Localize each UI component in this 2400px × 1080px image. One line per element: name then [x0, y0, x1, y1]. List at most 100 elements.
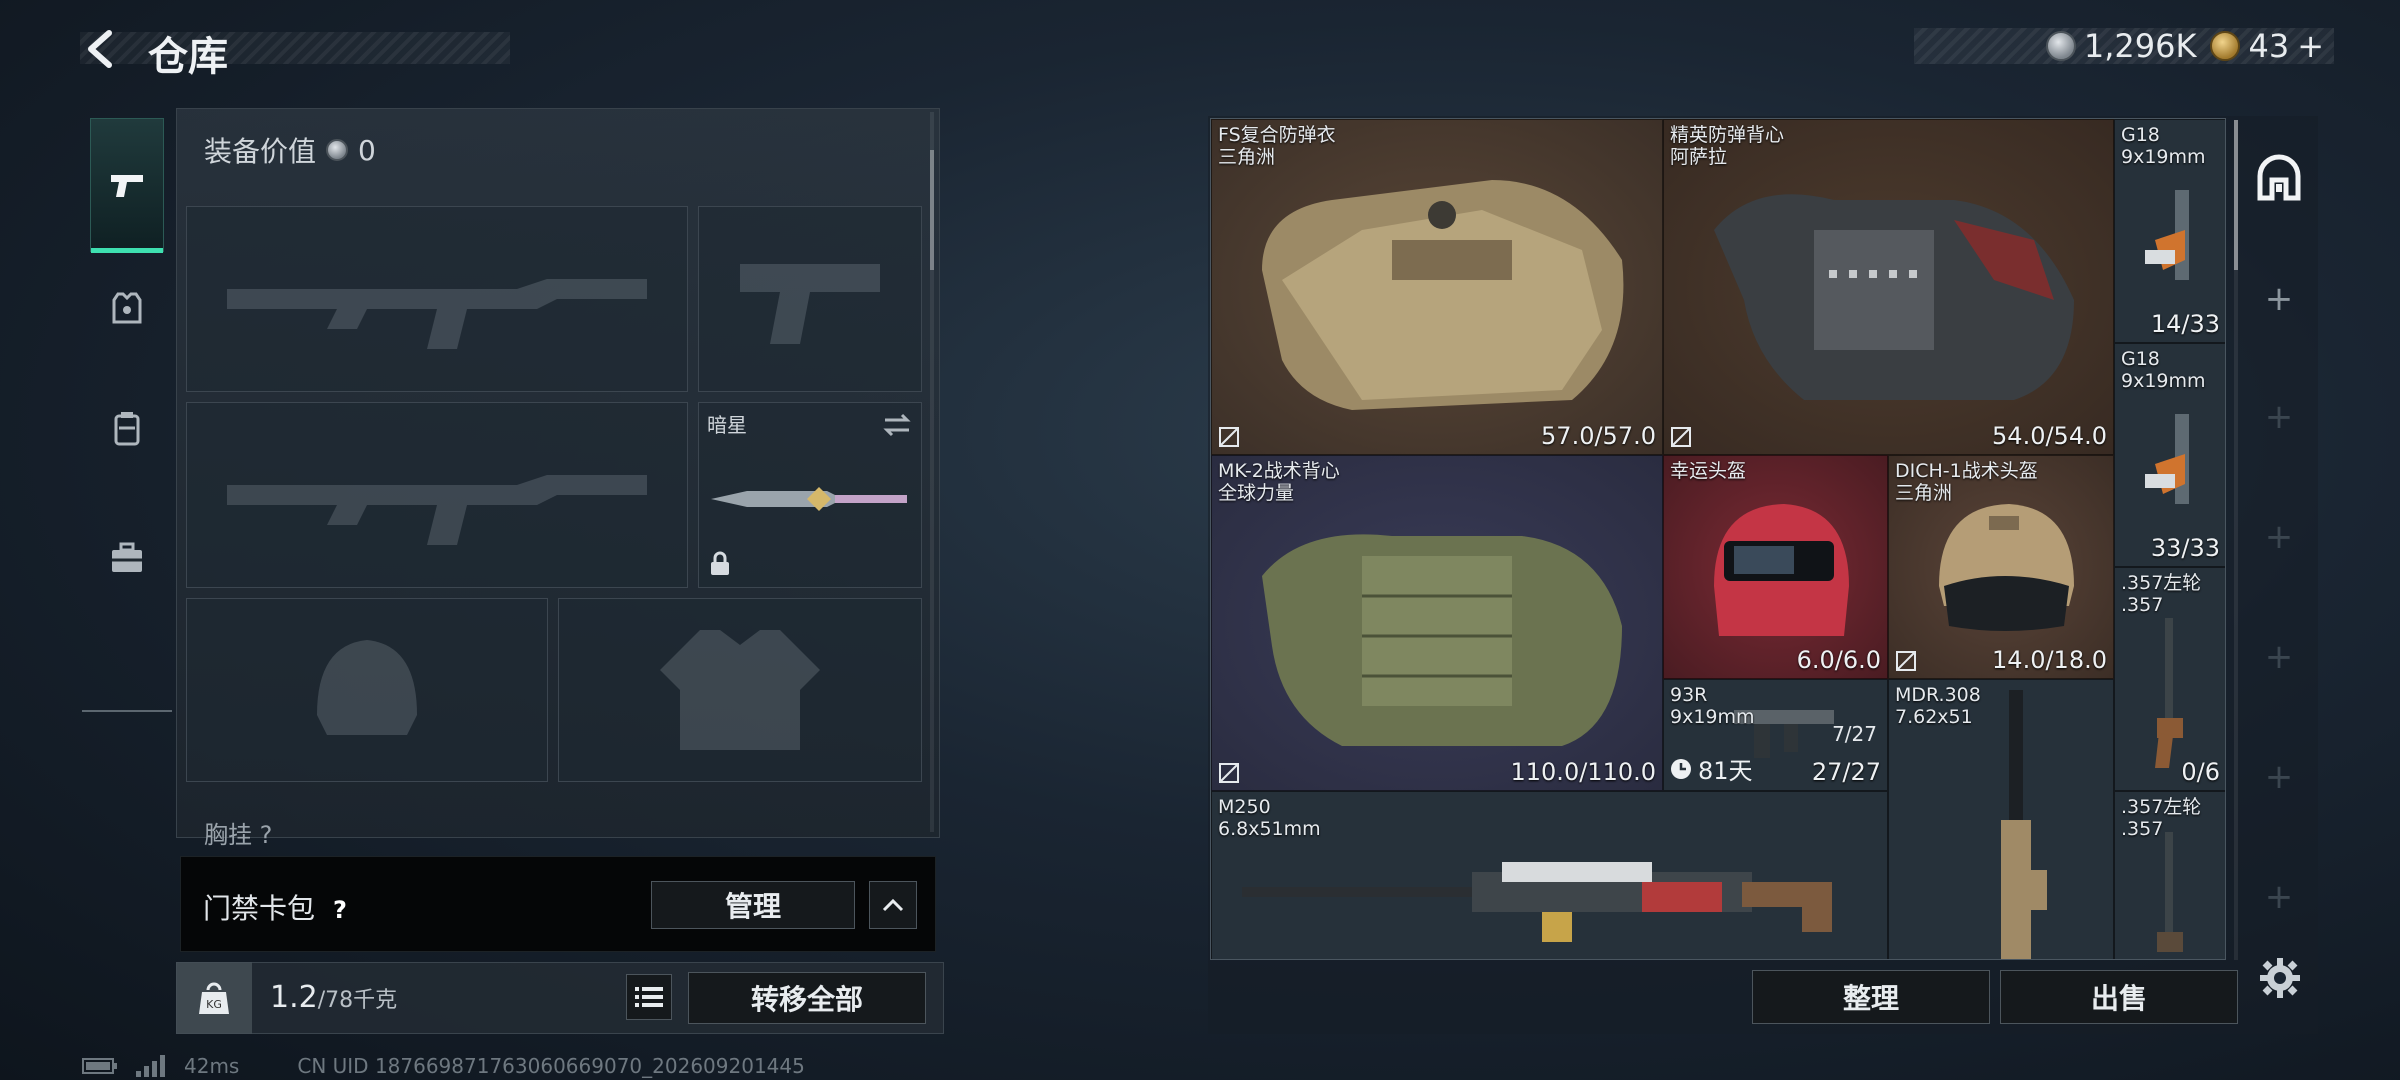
- stash-tab-add-2[interactable]: +: [2250, 388, 2308, 446]
- helmet-icon: [1939, 504, 2074, 631]
- silver-currency[interactable]: 1,296K: [2045, 27, 2196, 65]
- stash-page-tabs: + + + + + +: [2240, 120, 2318, 960]
- add-icon: +: [2264, 877, 2294, 917]
- currency-bar: 1,296K 43 +: [1914, 27, 2334, 65]
- rifle-vertical-icon: [2001, 690, 2047, 959]
- chevron-up-icon: [882, 898, 904, 912]
- access-card-bar: 门禁卡包? 管理: [180, 856, 936, 952]
- category-nav: [82, 108, 172, 712]
- item-name: .357左轮 .357: [2121, 796, 2202, 840]
- item-secondary-ammo: 7/27: [1832, 722, 1877, 746]
- stash-item-mdr308[interactable]: MDR.308 7.62x51: [1888, 679, 2114, 959]
- stash-tab-add-5[interactable]: +: [2250, 748, 2308, 806]
- title-bar-strip: [80, 32, 510, 64]
- item-durability: 57.0/57.0: [1541, 422, 1656, 450]
- nav-tab-armor[interactable]: [90, 258, 164, 358]
- equipment-value-amount: 0: [358, 133, 376, 167]
- svg-text:KG: KG: [206, 998, 222, 1011]
- item-durability: 14.0/18.0: [1992, 646, 2107, 674]
- stash-item-dich1-helmet[interactable]: DICH-1战术头盔 三角洲 14.0/18.0: [1888, 455, 2114, 679]
- organize-button[interactable]: 整理: [1752, 970, 1990, 1024]
- item-name: 幸运头盔: [1670, 460, 1747, 482]
- stash-tab-add-4[interactable]: +: [2250, 628, 2308, 686]
- clock-icon: [1671, 758, 1691, 779]
- primary-weapon-slot-2[interactable]: [186, 402, 688, 588]
- stash-item-lucky-helmet[interactable]: 幸运头盔 6.0/6.0: [1663, 455, 1888, 679]
- stash-tab-add-6[interactable]: +: [2250, 868, 2308, 926]
- sell-button[interactable]: 出售: [2000, 970, 2238, 1024]
- item-name: G18 9x19mm: [2121, 124, 2206, 168]
- help-icon[interactable]: ?: [325, 896, 355, 926]
- item-durability: 6.0/6.0: [1796, 646, 1881, 674]
- equipment-value: 装备价值 0: [204, 130, 376, 170]
- pistol-icon: [2145, 414, 2189, 504]
- expand-button[interactable]: [869, 881, 917, 929]
- stash-item-elite-vest[interactable]: 精英防弹背心 阿萨拉 54.0/54.0: [1663, 119, 2114, 455]
- item-name: FS复合防弹衣 三角洲: [1218, 124, 1336, 168]
- stash-tab-main[interactable]: [2250, 150, 2308, 208]
- gold-currency[interactable]: 43 +: [2210, 27, 2324, 65]
- settings-button[interactable]: [2254, 952, 2306, 1004]
- ping-text: 42ms: [184, 1054, 240, 1078]
- stash-item-g18-2[interactable]: G18 9x19mm 33/33: [2114, 343, 2225, 567]
- backpack-icon: [114, 412, 140, 446]
- stash-item-fs-armor[interactable]: FS复合防弹衣 三角洲 57.0/57.0: [1211, 119, 1663, 455]
- stash-item-357-revolver-1[interactable]: .357左轮 .357 0/6: [2114, 567, 2225, 791]
- primary-weapon-slot-1[interactable]: [186, 206, 688, 392]
- stash-item-m250[interactable]: M250 6.8x51mm: [1211, 791, 1888, 959]
- armor-icon: [112, 292, 142, 324]
- backpack-weight-icon-cell: KG: [176, 962, 252, 1034]
- page-title: 仓库: [148, 34, 228, 80]
- gold-add-button[interactable]: +: [2297, 27, 2324, 65]
- chest-rig-label: 胸挂 ?: [204, 815, 272, 850]
- stash-tab-add-1[interactable]: +: [2250, 270, 2308, 328]
- no-insurance-icon: [1671, 427, 1691, 447]
- stash-item-mk2-vest[interactable]: MK-2战术背心 全球力量 110.0/110.0: [1211, 455, 1663, 791]
- chest-rig-label-text: 胸挂: [204, 821, 252, 849]
- item-name: M250 6.8x51mm: [1218, 796, 1321, 840]
- back-arrow-icon: [88, 30, 112, 68]
- machine-gun-icon: [1242, 862, 1832, 942]
- manage-button[interactable]: 管理: [651, 881, 855, 929]
- nav-tab-cases[interactable]: [90, 508, 164, 608]
- body-armor-icon: [1262, 180, 1624, 410]
- stash-scroll-thumb[interactable]: [2234, 120, 2238, 270]
- transfer-all-button[interactable]: 转移全部: [688, 972, 926, 1024]
- swap-icon[interactable]: [881, 411, 913, 439]
- item-name: .357左轮 .357: [2121, 572, 2202, 616]
- add-icon: +: [2264, 517, 2294, 557]
- stash-item-g18-1[interactable]: G18 9x19mm 14/33: [2114, 119, 2225, 343]
- nav-tab-backpack[interactable]: [90, 378, 164, 478]
- gold-amount: 43: [2248, 27, 2290, 65]
- helmet-icon: [1714, 504, 1849, 636]
- carry-weight-capacity: /78千克: [317, 988, 398, 1013]
- item-ammo: 0/6: [2181, 758, 2220, 786]
- gear-icon: [2260, 958, 2300, 998]
- item-name: 精英防弹背心 阿萨拉: [1670, 124, 1785, 168]
- battery-icon: [82, 1058, 117, 1074]
- no-insurance-icon: [1219, 427, 1239, 447]
- helmet-silhouette-icon: [187, 599, 547, 781]
- back-button[interactable]: [78, 26, 124, 72]
- add-icon: +: [2264, 279, 2294, 319]
- body-armor-slot[interactable]: [558, 598, 922, 782]
- list-view-button[interactable]: [626, 974, 672, 1020]
- stash-home-icon: [2257, 154, 2301, 201]
- nav-tab-weapons[interactable]: [90, 118, 164, 253]
- item-name: G18 9x19mm: [2121, 348, 2206, 392]
- melee-slot[interactable]: 暗星: [698, 402, 922, 588]
- equipment-scroll-thumb[interactable]: [930, 150, 934, 270]
- pistol-icon: [111, 175, 143, 197]
- stash-item-357-revolver-2[interactable]: .357左轮 .357: [2114, 791, 2225, 959]
- vest-icon: [1714, 194, 2074, 400]
- add-icon: +: [2264, 637, 2294, 677]
- lock-icon: [711, 551, 729, 575]
- status-line: 42ms CN UID 1876698717630606690​70_20260…: [82, 1054, 805, 1078]
- helmet-slot[interactable]: [186, 598, 548, 782]
- item-expiry-text: 81天: [1698, 757, 1753, 785]
- item-name: MDR.308 7.62x51: [1895, 684, 1981, 728]
- stash-tab-add-3[interactable]: +: [2250, 508, 2308, 566]
- rifle-silhouette-icon: [187, 403, 687, 587]
- stash-item-93r[interactable]: 93R 9x19mm 7/27 81天 27/27: [1663, 679, 1888, 791]
- sidearm-slot[interactable]: [698, 206, 922, 392]
